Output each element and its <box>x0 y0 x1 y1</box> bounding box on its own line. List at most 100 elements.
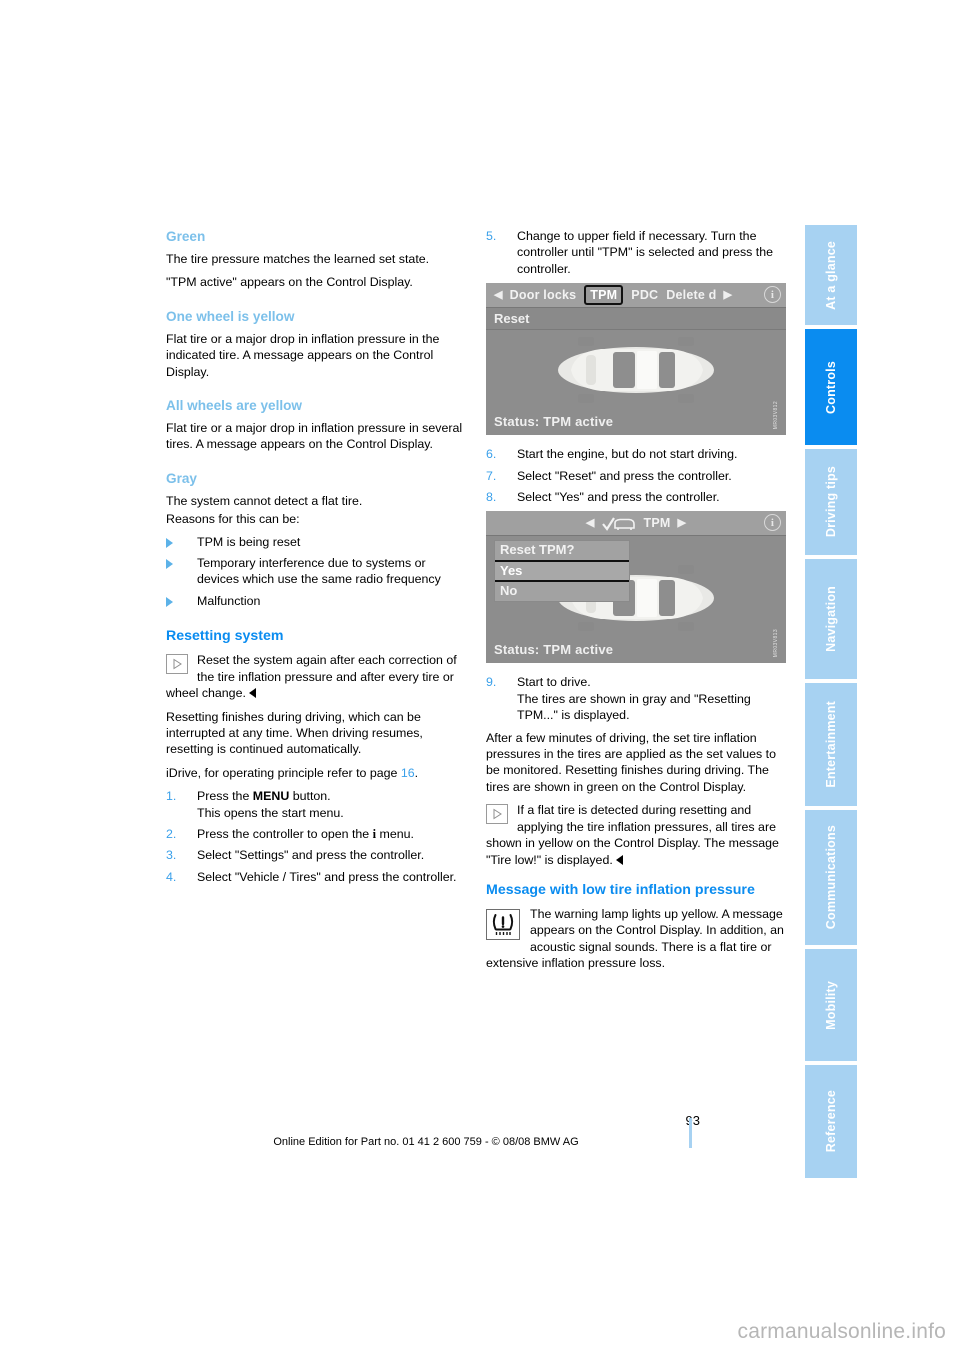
after-driving-paragraph: After a few minutes of driving, the set … <box>486 730 776 794</box>
note-reset-again: Reset the system again after each correc… <box>166 652 466 701</box>
step-text: Select "Settings" and press the controll… <box>197 848 425 863</box>
tab-label: At a glance <box>824 240 838 310</box>
list-item: Malfunction <box>166 593 466 609</box>
idrive-status-text: Status: TPM active <box>494 642 614 658</box>
tab-reference[interactable]: Reference <box>805 1065 857 1178</box>
note-flat-tire-detected: If a flat tire is detected during resett… <box>486 802 786 868</box>
steps-6-8-list: 6. Start the engine, but do not start dr… <box>486 446 786 505</box>
note-end-marker-icon <box>248 688 256 699</box>
idrive-reference-prefix: iDrive, for operating principle refer to… <box>166 765 401 780</box>
idrive-screenshot-reset-dialog: ◀ TPM ▶ i Reset TPM? Yes No Status: TPM … <box>486 511 786 664</box>
note-text-value: Reset the system again after each correc… <box>166 653 457 701</box>
step-text-line1: Start to drive. <box>517 675 591 690</box>
idrive-reference-paragraph: iDrive, for operating principle refer to… <box>166 765 466 781</box>
vehicle-top-view-graphic <box>541 327 731 417</box>
note-text: If a flat tire is detected during resett… <box>486 802 786 868</box>
step-9-list: 9. Start to drive. The tires are shown in… <box>486 674 786 723</box>
step-number: 6. <box>486 447 497 462</box>
step-text-pre: Press the <box>197 789 253 804</box>
left-arrow-icon[interactable]: ◀ <box>586 515 595 531</box>
low-pressure-text: The warning lamp lights up yellow. A mes… <box>486 906 784 971</box>
list-item: 7. Select "Reset" and press the controll… <box>486 468 786 484</box>
list-item: 3. Select "Settings" and press the contr… <box>166 847 466 863</box>
tpm-check-icon <box>601 516 636 531</box>
note-text-value: If a flat tire is detected during resett… <box>486 803 779 867</box>
step-number: 4. <box>166 869 177 884</box>
one-wheel-paragraph: Flat tire or a major drop in inflation p… <box>166 331 440 379</box>
idrive-reference-suffix: . <box>414 765 419 780</box>
menu-item-door-locks[interactable]: Door locks <box>510 287 577 303</box>
info-icon[interactable]: i <box>764 514 781 532</box>
triangle-bullet-icon <box>166 537 173 548</box>
tab-label: Communications <box>824 825 838 930</box>
info-icon[interactable]: i <box>764 286 781 304</box>
list-item: 9. Start to drive. The tires are shown in… <box>486 674 786 723</box>
all-wheels-paragraph: Flat tire or a major drop in inflation p… <box>166 421 463 452</box>
list-item: Temporary interference due to systems or… <box>166 555 466 588</box>
heading-all-wheels-yellow: All wheels are yellow <box>166 398 302 414</box>
note-triangle-icon <box>486 804 508 825</box>
tab-controls[interactable]: Controls <box>805 329 857 445</box>
tab-driving-tips[interactable]: Driving tips <box>805 449 857 555</box>
menu-item-tpm-selected[interactable]: TPM <box>584 285 624 306</box>
step-number: 5. <box>486 229 497 243</box>
site-watermark: carmanualsonline.info <box>737 1320 946 1343</box>
manual-page: At a glance Controls Driving tips Naviga… <box>0 0 960 1358</box>
step-number: 8. <box>486 490 497 505</box>
step-text: Press the controller to open the i menu. <box>197 827 414 841</box>
low-pressure-warning-block: The warning lamp lights up yellow. A mes… <box>486 906 786 972</box>
step-text: Select "Reset" and press the controller. <box>517 468 732 483</box>
gray-paragraph-2: Reasons for this can be: <box>166 512 300 527</box>
tab-label: Controls <box>824 360 838 414</box>
menu-button-label: MENU <box>252 789 290 804</box>
step-number: 2. <box>166 826 177 841</box>
list-item-label: Temporary interference due to systems or… <box>197 556 441 587</box>
tab-mobility[interactable]: Mobility <box>805 949 857 1061</box>
triangle-bullet-icon <box>166 596 173 607</box>
heading-one-wheel-yellow: One wheel is yellow <box>166 308 295 324</box>
list-item: 8. Select "Yes" and press the controller… <box>486 489 786 505</box>
list-item: TPM is being reset <box>166 534 466 550</box>
tab-communications[interactable]: Communications <box>805 810 857 945</box>
step-text: Select "Vehicle / Tires" and press the c… <box>197 869 457 884</box>
idrive-status-text: Status: TPM active <box>494 413 614 429</box>
list-item: 1. Press the MENU button. This opens the … <box>166 788 466 821</box>
left-arrow-icon[interactable]: ◀ <box>494 287 503 303</box>
tab-navigation[interactable]: Navigation <box>805 559 857 679</box>
heading-gray: Gray <box>166 470 197 486</box>
dialog-option-yes[interactable]: Yes <box>495 559 629 583</box>
right-arrow-icon[interactable]: ▶ <box>678 515 687 531</box>
step-text-pre: Press the controller to open the <box>197 826 373 841</box>
page-reference-link[interactable]: 16 <box>401 766 415 780</box>
step-text-line2: The tires are shown in gray and "Resetti… <box>517 691 751 723</box>
list-item-label: TPM is being reset <box>197 534 301 549</box>
step-number: 1. <box>166 789 177 804</box>
menu-item-pdc[interactable]: PDC <box>631 287 658 303</box>
step-text: Change to upper field if necessary. Turn… <box>517 229 774 276</box>
tab-label: Entertainment <box>824 701 838 788</box>
step-number: 9. <box>486 675 497 690</box>
step-number: 7. <box>486 468 497 483</box>
page-number: 93 <box>685 1113 700 1128</box>
tab-entertainment[interactable]: Entertainment <box>805 683 857 806</box>
right-arrow-icon[interactable]: ▶ <box>724 287 733 303</box>
footer-rule <box>689 1118 692 1148</box>
tab-label: Driving tips <box>824 466 838 538</box>
tab-at-a-glance[interactable]: At a glance <box>805 225 857 325</box>
menu-item-delete-d[interactable]: Delete d <box>666 287 716 303</box>
dialog-title: Reset TPM? <box>500 542 575 558</box>
left-text-column: Green The tire pressure matches the lear… <box>166 228 466 892</box>
figure-caption-code: MR03V813 <box>772 629 779 658</box>
idrive-screenshot-tpm-menu: ◀ Door locks TPM PDC Delete d ▶ i Reset <box>486 283 786 436</box>
list-item: 5. Change to upper field if necessary. T… <box>486 228 786 277</box>
step-number: 3. <box>166 848 177 863</box>
step-text-post: button. <box>289 789 331 804</box>
right-text-column: 5. Change to upper field if necessary. T… <box>486 228 786 972</box>
step-text: Select "Yes" and press the controller. <box>517 490 720 505</box>
menu-title-tpm: TPM <box>643 516 671 531</box>
tab-label: Reference <box>824 1090 838 1153</box>
list-item: 6. Start the engine, but do not start dr… <box>486 446 786 462</box>
dialog-option-no[interactable]: No <box>495 582 629 600</box>
note-end-marker-icon <box>615 854 623 865</box>
heading-message-low-pressure: Message with low tire inflation pressure <box>486 881 755 898</box>
